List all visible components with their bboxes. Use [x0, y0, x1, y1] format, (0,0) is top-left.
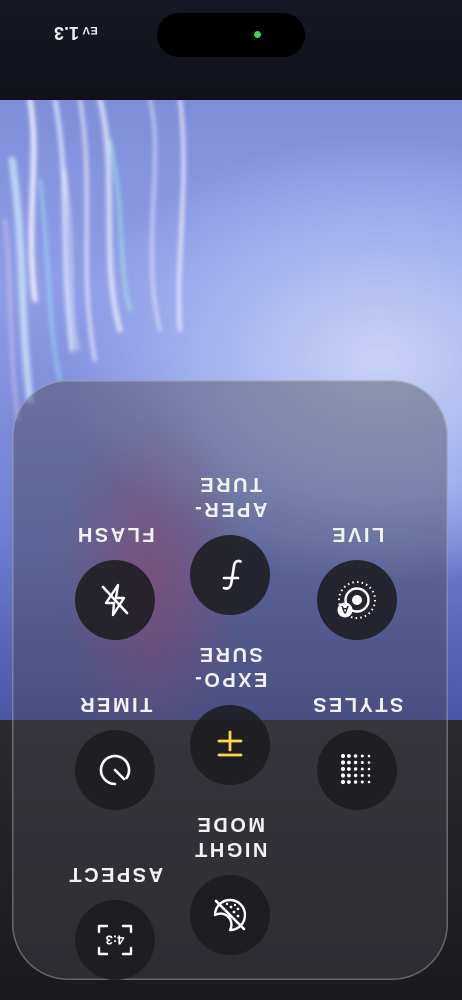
camera-controls-panel: FLASH APER- TURE A LIVE TIMER EXPO- SURE…: [12, 380, 448, 980]
styles-button[interactable]: [317, 730, 397, 810]
control-night-mode[interactable]: NIGHT MODE: [155, 765, 305, 955]
exposure-plus-minus-icon: [217, 730, 243, 757]
timer-icon: [99, 754, 131, 786]
night-mode-off-icon: [213, 898, 247, 932]
camera-screen: EV1.3 FLASH APER- TURE A LIVE TIMER EXPO…: [0, 0, 462, 1000]
aspect-ratio-value: 4:3: [106, 933, 125, 948]
night-mode-label: NIGHT MODE: [192, 813, 268, 860]
night-mode-button[interactable]: [190, 875, 270, 955]
aspect-button[interactable]: 4:3: [75, 900, 155, 980]
aspect-ratio-icon: 4:3: [97, 924, 133, 956]
camera-indicator-dot: [254, 31, 261, 38]
ev-label: EV: [82, 24, 98, 36]
svg-text:A: A: [341, 603, 349, 615]
ev-value: 1.3: [54, 23, 80, 43]
photographic-styles-icon: [340, 753, 371, 785]
aperture-f-icon: [222, 559, 242, 590]
dynamic-island: [157, 13, 305, 57]
flash-off-icon: [101, 583, 129, 617]
live-photo-off-icon: A: [337, 581, 376, 619]
exposure-value-readout: EV1.3: [54, 22, 98, 43]
styles-label: STYLES: [310, 693, 404, 715]
live-label: LIVE: [329, 523, 385, 545]
